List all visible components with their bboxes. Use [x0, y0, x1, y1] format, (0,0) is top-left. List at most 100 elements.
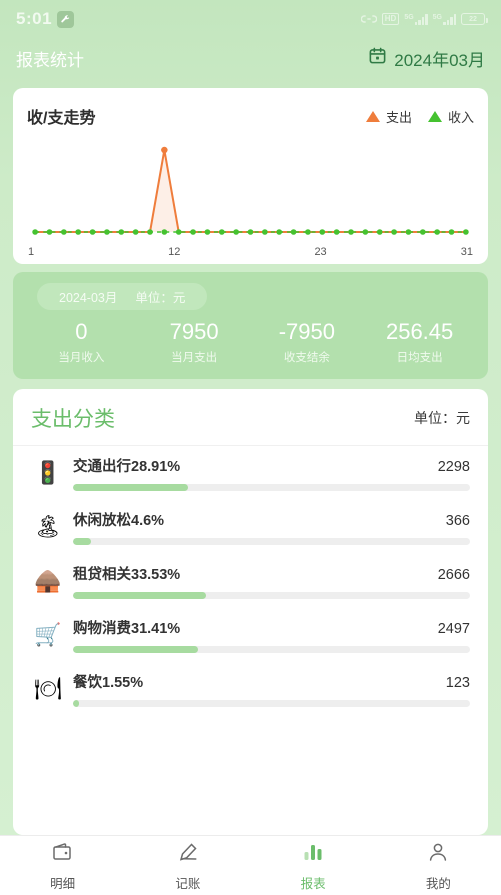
- summary-value: 7950: [169, 319, 219, 344]
- triangle-up-icon: [427, 110, 442, 122]
- chart-legend: 支出 收入: [365, 107, 474, 126]
- category-line: 交通出行28.91% 2298: [73, 455, 470, 476]
- hut-house-icon: 🛖: [27, 570, 69, 592]
- bar-chart-icon: [301, 840, 325, 869]
- x-tick-1: 1: [28, 246, 35, 258]
- tab-detail[interactable]: 明细: [0, 836, 125, 895]
- category-amount: 366: [445, 513, 470, 530]
- category-progress-track: [73, 700, 470, 708]
- shopping-cart-icon: 🛒: [27, 624, 69, 646]
- category-row[interactable]: 🏝 休闲放松4.6% 366: [13, 500, 488, 554]
- legend-item-income[interactable]: 收入: [427, 107, 474, 126]
- category-amount: 2497: [437, 621, 470, 638]
- category-progress-fill: [73, 592, 207, 600]
- expense-category-title: 支出分类: [31, 408, 115, 432]
- wrench-icon: [57, 10, 75, 28]
- category-icon-glyph: 🛖: [34, 568, 62, 594]
- summary-label: 日均支出: [396, 352, 443, 365]
- category-name: 交通出行28.91%: [73, 459, 181, 476]
- expense-category-list: 🚦 交通出行28.91% 2298 🏝 休闲放松4.6% 366 🛖 租贷相关33.53% 26…: [13, 446, 488, 716]
- category-icon-glyph: 🚦: [34, 460, 62, 486]
- category-body: 购物消费31.41% 2497: [69, 617, 470, 654]
- person-icon: [426, 840, 450, 869]
- category-icon-glyph: 🍽: [34, 676, 62, 702]
- summary-period-pill: 2024-03月 单位：元: [37, 283, 208, 310]
- triangle-up-icon: [365, 110, 380, 122]
- category-line: 购物消费31.41% 2497: [73, 617, 470, 638]
- signal-1-icon: 5G: [404, 13, 428, 25]
- network-2-label: 5G: [432, 13, 442, 21]
- legend-label-income: 收入: [447, 109, 474, 125]
- category-row[interactable]: 🍽 餐饮1.55% 123: [13, 662, 488, 716]
- tab-report[interactable]: 报表: [251, 836, 376, 895]
- summary-grid: 0 当月收入 7950 当月支出 -7950 收支结余 256.45 日均支出: [25, 319, 476, 365]
- summary-label: 收支结余: [283, 352, 330, 365]
- signal-2-icon: 5G: [432, 13, 456, 25]
- category-progress-fill: [73, 700, 80, 708]
- summary-value: 0: [75, 319, 88, 344]
- trend-plot[interactable]: [27, 136, 474, 244]
- category-body: 休闲放松4.6% 366: [69, 509, 470, 546]
- category-row[interactable]: 🛒 购物消费31.41% 2497: [13, 608, 488, 662]
- month-picker[interactable]: 2024年03月: [368, 46, 485, 71]
- category-line: 餐饮1.55% 123: [73, 671, 470, 692]
- expense-category-card: 支出分类 单位：元 🚦 交通出行28.91% 2298 🏝 休闲放松4.6% 366 🛖 租贷…: [13, 389, 488, 835]
- category-row[interactable]: 🛖 租贷相关33.53% 2666: [13, 554, 488, 608]
- summary-cell-income: 0 当月收入: [25, 319, 138, 365]
- status-time: 5:01: [16, 9, 53, 28]
- summary-value: 256.45: [385, 319, 454, 344]
- wallet-icon: [51, 840, 75, 869]
- report-screen: 5:01 HD 5G 5G 22 报表统计 2024年03月 收/支走势 支出 …: [0, 0, 501, 895]
- summary-label: 当月支出: [171, 352, 218, 365]
- tab-label-report: 报表: [300, 876, 326, 891]
- category-progress-track: [73, 592, 470, 600]
- traffic-light-icon: 🚦: [27, 462, 69, 484]
- category-name: 租贷相关33.53%: [73, 567, 181, 584]
- x-tick-31: 31: [460, 246, 473, 258]
- summary-cell-daily-avg: 256.45 日均支出: [363, 319, 476, 365]
- x-tick-12: 12: [168, 246, 181, 258]
- food-cloche-icon: 🍽: [27, 678, 69, 700]
- summary-cell-expense: 7950 当月支出: [138, 319, 251, 365]
- x-axis-labels: 1 12 23 31: [27, 244, 474, 258]
- tab-label-mine: 我的: [425, 876, 451, 891]
- x-tick-23: 23: [314, 246, 327, 258]
- chart-header: 收/支走势 支出 收入: [27, 104, 474, 128]
- month-value: 2024年03月: [394, 50, 485, 70]
- summary-value: -7950: [278, 319, 336, 344]
- category-progress-fill: [73, 538, 92, 546]
- category-body: 租贷相关33.53% 2666: [69, 563, 470, 600]
- category-progress-track: [73, 538, 470, 546]
- category-progress-track: [73, 484, 470, 492]
- palm-beach-icon: 🏝: [27, 516, 69, 538]
- bottom-tab-bar: 明细 记账 报表 我的: [0, 835, 501, 895]
- calendar-icon: [368, 46, 387, 70]
- category-row[interactable]: 🚦 交通出行28.91% 2298: [13, 446, 488, 500]
- expense-category-unit: 单位：元: [414, 410, 470, 427]
- chart-title: 收/支走势: [27, 110, 96, 127]
- tab-bookkeeping[interactable]: 记账: [125, 836, 250, 895]
- hd-icon: HD: [381, 13, 400, 25]
- legend-item-expense[interactable]: 支出: [365, 107, 412, 126]
- category-amount: 2666: [437, 567, 470, 584]
- tab-label-detail: 明细: [50, 876, 76, 891]
- category-line: 休闲放松4.6% 366: [73, 509, 470, 530]
- category-name: 购物消费31.41%: [73, 621, 181, 638]
- category-progress-fill: [73, 484, 188, 492]
- legend-label-expense: 支出: [385, 109, 412, 125]
- network-1-label: 5G: [404, 13, 414, 21]
- category-amount: 2298: [437, 459, 470, 476]
- link-icon: [360, 13, 377, 25]
- summary-cell-balance: -7950 收支结余: [251, 319, 364, 365]
- category-progress-track: [73, 646, 470, 654]
- trend-chart-card: 收/支走势 支出 收入 1 12 23 31: [13, 88, 488, 264]
- status-bar: 5:01 HD 5G 5G 22: [0, 0, 501, 38]
- page-header: 报表统计 2024年03月: [0, 38, 501, 78]
- page-title: 报表统计: [16, 50, 84, 70]
- category-name: 餐饮1.55%: [73, 675, 144, 692]
- category-body: 交通出行28.91% 2298: [69, 455, 470, 492]
- battery-icon: 22: [461, 13, 488, 25]
- summary-band: 2024-03月 单位：元 0 当月收入 7950 当月支出 -7950 收支结…: [13, 272, 488, 380]
- tab-mine[interactable]: 我的: [376, 836, 501, 895]
- trend-plot-svg: [32, 146, 469, 235]
